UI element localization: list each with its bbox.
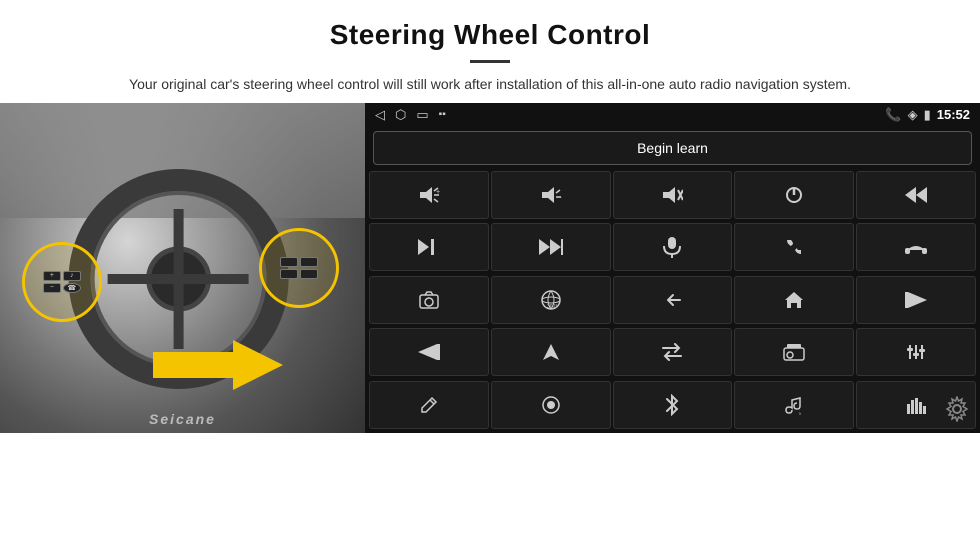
mixer-button[interactable] xyxy=(856,328,976,376)
skip-start-button[interactable] xyxy=(856,276,976,324)
edit-button[interactable] xyxy=(369,381,489,429)
svg-text:+: + xyxy=(436,189,440,196)
svg-text:♪: ♪ xyxy=(798,411,802,415)
radio-button[interactable] xyxy=(734,328,854,376)
prev-track-button[interactable] xyxy=(856,171,976,219)
hu-panel: ◁ ⬡ ▭ ▪▪ 📞 ◈ ▮ 15:52 Begin learn + xyxy=(365,103,980,433)
switch-button[interactable] xyxy=(613,328,733,376)
icons-grid: + − xyxy=(365,169,980,433)
svg-text:−: − xyxy=(557,193,562,202)
yellow-arrow xyxy=(153,338,283,393)
page-title: Steering Wheel Control xyxy=(60,18,920,52)
fast-fwd-button[interactable] xyxy=(491,223,611,271)
begin-learn-button[interactable]: Begin learn xyxy=(373,131,972,165)
music-button[interactable]: ♪ xyxy=(734,381,854,429)
spoke-vertical xyxy=(173,209,183,350)
bluetooth-button[interactable] xyxy=(613,381,733,429)
status-bar: ◁ ⬡ ▭ ▪▪ 📞 ◈ ▮ 15:52 xyxy=(365,103,980,127)
svg-text:360°: 360° xyxy=(547,304,557,310)
call-button[interactable] xyxy=(734,223,854,271)
mic-button[interactable] xyxy=(613,223,733,271)
clock: 15:52 xyxy=(937,107,970,122)
wifi-icon: ◈ xyxy=(908,107,918,123)
seicane-watermark: Seicane xyxy=(149,411,216,427)
home-icon[interactable]: ⬡ xyxy=(395,107,406,123)
status-bar-right: 📞 ◈ ▮ 15:52 xyxy=(885,107,970,123)
record-button[interactable] xyxy=(491,381,611,429)
skip-end-button[interactable] xyxy=(369,328,489,376)
home-nav-button[interactable] xyxy=(734,276,854,324)
back-icon[interactable]: ◁ xyxy=(375,107,385,123)
page-subtitle: Your original car's steering wheel contr… xyxy=(80,73,900,95)
header-section: Steering Wheel Control Your original car… xyxy=(0,0,980,103)
circle-right-highlight xyxy=(259,228,339,308)
mute-button[interactable] xyxy=(613,171,733,219)
back-nav-button[interactable] xyxy=(613,276,733,324)
next-button[interactable] xyxy=(369,223,489,271)
view-360-button[interactable]: 360° xyxy=(491,276,611,324)
recents-icon[interactable]: ▭ xyxy=(416,107,428,123)
hangup-button[interactable] xyxy=(856,223,976,271)
sw-background: + ♪ − ☎ xyxy=(0,103,365,433)
battery-icon: ▮ xyxy=(924,107,931,123)
vol-up-button[interactable]: + xyxy=(369,171,489,219)
steering-wheel-photo: + ♪ − ☎ xyxy=(0,103,365,433)
page-wrapper: Steering Wheel Control Your original car… xyxy=(0,0,980,546)
camera-button[interactable] xyxy=(369,276,489,324)
power-button[interactable] xyxy=(734,171,854,219)
title-divider xyxy=(470,60,510,63)
phone-icon: 📞 xyxy=(885,107,901,123)
status-bar-left: ◁ ⬡ ▭ ▪▪ xyxy=(375,107,446,123)
signal-icon: ▪▪ xyxy=(439,109,446,120)
content-area: + ♪ − ☎ xyxy=(0,103,980,433)
navigation-button[interactable] xyxy=(491,328,611,376)
settings-gear-button[interactable] xyxy=(944,396,970,427)
circle-left-highlight: + ♪ − ☎ xyxy=(22,242,102,322)
vol-down-button[interactable]: − xyxy=(491,171,611,219)
